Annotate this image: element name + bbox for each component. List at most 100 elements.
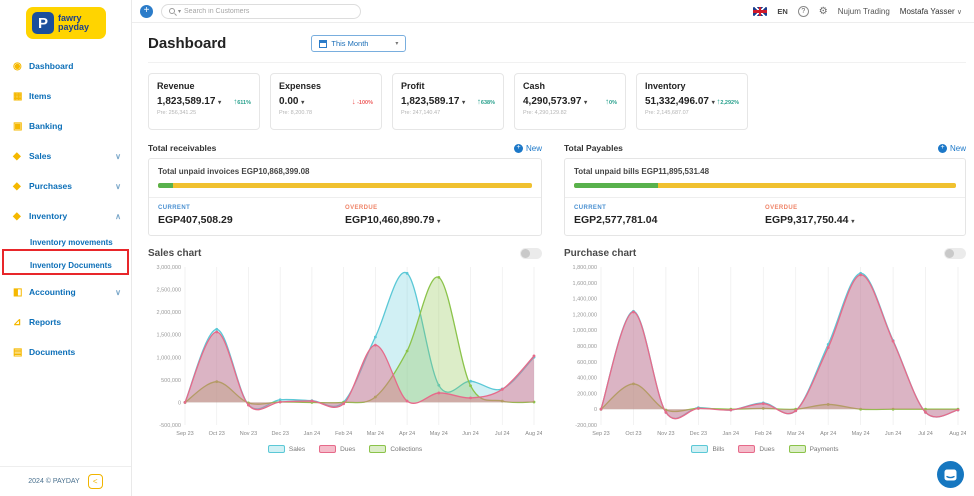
legend-label: Dues bbox=[340, 446, 355, 453]
svg-text:2,000,000: 2,000,000 bbox=[157, 310, 181, 316]
legend-item[interactable]: Payments bbox=[789, 445, 839, 453]
sidebar-item-inventory-movements[interactable]: Inventory movements bbox=[0, 231, 131, 254]
sidebar: P fawry payday ◉ Dashboard ▦ Items ▣ Ban… bbox=[0, 0, 132, 496]
sidebar-item-inventory[interactable]: ◆ Inventory ∧ bbox=[0, 201, 131, 231]
legend-item[interactable]: Collections bbox=[369, 445, 422, 453]
overdue-value[interactable]: EGP10,460,890.79 ▾ bbox=[345, 214, 532, 226]
sidebar-item-dashboard[interactable]: ◉ Dashboard bbox=[0, 51, 131, 81]
chevron-down-icon: ▾ bbox=[584, 100, 587, 106]
svg-text:Dec 23: Dec 23 bbox=[690, 431, 707, 437]
svg-text:200,000: 200,000 bbox=[577, 391, 597, 397]
svg-text:Feb 24: Feb 24 bbox=[755, 431, 772, 437]
chevron-down-icon: ▾ bbox=[218, 100, 221, 106]
chevron-down-icon: ▾ bbox=[712, 100, 715, 106]
chat-launcher[interactable] bbox=[937, 461, 964, 488]
svg-text:400,000: 400,000 bbox=[577, 376, 597, 382]
svg-text:Sep 23: Sep 23 bbox=[592, 431, 609, 437]
sidebar-item-inventory-documents[interactable]: Inventory Documents bbox=[0, 254, 131, 277]
help-icon[interactable]: ? bbox=[798, 6, 809, 17]
main-content: Dashboard This Month ▾ Revenue 1,823,589… bbox=[132, 23, 974, 496]
sidebar-item-accounting[interactable]: ◧ Accounting ∨ bbox=[0, 277, 131, 307]
user-menu[interactable]: Mostafa Yasser ∨ bbox=[900, 7, 962, 16]
totals-row: Total receivables + New Total unpaid inv… bbox=[148, 143, 966, 236]
svg-text:Jul 24: Jul 24 bbox=[495, 431, 510, 437]
kpi-card-profit[interactable]: Profit 1,823,589.17 ▾ ↑638% Pre: 247,140… bbox=[392, 73, 504, 130]
kpi-value[interactable]: 1,823,589.17 ▾ bbox=[401, 96, 465, 107]
sidebar-item-banking[interactable]: ▣ Banking bbox=[0, 111, 131, 141]
new-bill-button[interactable]: + New bbox=[938, 144, 966, 153]
sidebar-item-items[interactable]: ▦ Items bbox=[0, 81, 131, 111]
legend-swatch bbox=[789, 445, 806, 453]
kpi-value[interactable]: 0.00 ▾ bbox=[279, 96, 304, 107]
legend-swatch bbox=[691, 445, 708, 453]
uk-flag-icon[interactable] bbox=[753, 7, 767, 16]
chevron-down-icon: ∨ bbox=[115, 182, 121, 191]
chevron-down-icon: ▾ bbox=[301, 100, 304, 106]
payables-progress-bar bbox=[574, 183, 956, 188]
purchase-chart-legend[interactable]: Bills Dues Payments bbox=[564, 445, 966, 453]
sidebar-collapse-button[interactable]: < bbox=[88, 474, 103, 489]
kpi-value[interactable]: 4,290,573.97 ▾ bbox=[523, 96, 587, 107]
svg-text:Nov 23: Nov 23 bbox=[240, 431, 257, 437]
new-invoice-button[interactable]: + New bbox=[514, 144, 542, 153]
search-input[interactable] bbox=[184, 8, 353, 15]
gear-icon[interactable]: ⚙ bbox=[819, 6, 828, 17]
sidebar-item-documents[interactable]: ▤ Documents bbox=[0, 337, 131, 367]
dashboard-icon: ◉ bbox=[13, 61, 29, 72]
legend-item[interactable]: Dues bbox=[319, 445, 355, 453]
kpi-card-inventory[interactable]: Inventory 51,332,496.07 ▾ ↑2,292% Pre: 2… bbox=[636, 73, 748, 130]
legend-item[interactable]: Sales bbox=[268, 445, 305, 453]
kpi-previous: Pre: 256,341.25 bbox=[157, 110, 251, 116]
svg-text:2,500,000: 2,500,000 bbox=[157, 288, 181, 294]
legend-swatch bbox=[319, 445, 336, 453]
charts-row: Sales chart Sep 23Oct 23Nov 23Dec 23Jan … bbox=[148, 248, 966, 453]
legend-item[interactable]: Dues bbox=[738, 445, 774, 453]
sidebar-item-sales[interactable]: ◆ Sales ∨ bbox=[0, 141, 131, 171]
sales-chart: Sep 23Oct 23Nov 23Dec 23Jan 24Feb 24Mar … bbox=[148, 261, 542, 444]
svg-text:Dec 23: Dec 23 bbox=[271, 431, 288, 437]
inventory-icon: ◆ bbox=[13, 211, 29, 222]
global-search[interactable]: ▾ bbox=[161, 4, 361, 19]
items-icon: ▦ bbox=[13, 91, 29, 102]
svg-text:Nov 23: Nov 23 bbox=[657, 431, 674, 437]
chevron-down-icon: ▾ bbox=[395, 40, 398, 47]
app-logo[interactable]: P fawry payday bbox=[26, 7, 106, 39]
language-label[interactable]: EN bbox=[777, 7, 787, 16]
arrow-down-icon: ↓ bbox=[352, 97, 356, 106]
chevron-down-icon: ▾ bbox=[462, 100, 465, 106]
current-value: EGP2,577,781.04 bbox=[574, 214, 765, 226]
search-icon bbox=[169, 8, 175, 14]
svg-text:Jan 24: Jan 24 bbox=[304, 431, 321, 437]
svg-text:Sep 23: Sep 23 bbox=[176, 431, 193, 437]
sidebar-item-purchases[interactable]: ◆ Purchases ∨ bbox=[0, 171, 131, 201]
kpi-value[interactable]: 51,332,496.07 ▾ bbox=[645, 96, 715, 107]
legend-swatch bbox=[369, 445, 386, 453]
sales-chart-toggle[interactable] bbox=[520, 248, 542, 259]
current-label: CURRENT bbox=[158, 205, 345, 211]
svg-text:Jun 24: Jun 24 bbox=[462, 431, 479, 437]
purchase-chart-toggle[interactable] bbox=[944, 248, 966, 259]
legend-item[interactable]: Bills bbox=[691, 445, 724, 453]
svg-text:1,800,000: 1,800,000 bbox=[573, 265, 597, 271]
purchase-chart: Sep 23Oct 23Nov 23Dec 23Jan 24Feb 24Mar … bbox=[564, 261, 966, 444]
quick-add-button[interactable]: + bbox=[140, 5, 153, 18]
svg-text:0: 0 bbox=[594, 407, 597, 413]
sidebar-item-reports[interactable]: ⊿ Reports bbox=[0, 307, 131, 337]
sales-chart-legend[interactable]: Sales Dues Collections bbox=[148, 445, 542, 453]
kpi-card-cash[interactable]: Cash 4,290,573.97 ▾ ↑0% Pre: 4,290,129.8… bbox=[514, 73, 626, 130]
current-value: EGP407,508.29 bbox=[158, 214, 345, 226]
search-scope-caret-icon[interactable]: ▾ bbox=[178, 8, 181, 15]
kpi-value[interactable]: 1,823,589.17 ▾ bbox=[157, 96, 221, 107]
kpi-card-expenses[interactable]: Expenses 0.00 ▾ ↓ -100% Pre: 8,200.78 bbox=[270, 73, 382, 130]
plus-icon: + bbox=[514, 144, 523, 153]
payables-title: Total Payables bbox=[564, 143, 623, 153]
purchase-chart-section: Purchase chart Sep 23Oct 23Nov 23Dec 23J… bbox=[564, 248, 966, 453]
svg-text:1,000,000: 1,000,000 bbox=[573, 328, 597, 334]
receivables-title: Total receivables bbox=[148, 143, 216, 153]
kpi-card-revenue[interactable]: Revenue 1,823,589.17 ▾ ↑611% Pre: 256,34… bbox=[148, 73, 260, 130]
reports-icon: ⊿ bbox=[13, 317, 29, 328]
fawry-logo-icon: P bbox=[32, 12, 54, 34]
period-selector[interactable]: This Month ▾ bbox=[311, 35, 406, 52]
overdue-value[interactable]: EGP9,317,750.44 ▾ bbox=[765, 214, 956, 226]
accounting-icon: ◧ bbox=[13, 287, 29, 298]
